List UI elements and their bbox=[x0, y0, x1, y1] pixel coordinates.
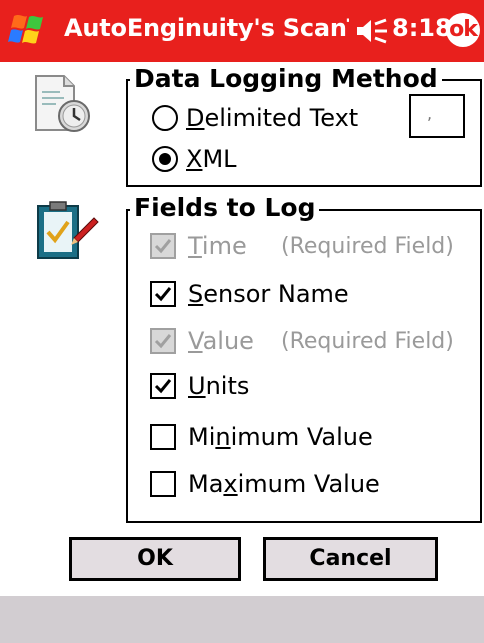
units-label: Units bbox=[188, 372, 250, 400]
maximum-value-checkbox[interactable]: Maximum Value bbox=[150, 470, 380, 498]
fields-to-log-legend: Fields to Log bbox=[130, 195, 320, 221]
start-menu-icon[interactable] bbox=[8, 12, 48, 48]
delimiter-value: , bbox=[427, 104, 433, 123]
radio-indicator-selected[interactable] bbox=[152, 146, 178, 172]
checkbox-indicator[interactable] bbox=[150, 471, 176, 497]
time-label: Time bbox=[188, 232, 247, 260]
maximum-value-label: Maximum Value bbox=[188, 470, 380, 498]
checkbox-indicator bbox=[150, 233, 176, 259]
minimum-value-checkbox[interactable]: Minimum Value bbox=[150, 423, 373, 451]
value-checkbox: Value bbox=[150, 327, 254, 355]
delimited-text-radio[interactable]: Delimited Text bbox=[152, 104, 358, 132]
check-icon bbox=[154, 239, 172, 254]
radio-indicator[interactable] bbox=[152, 105, 178, 131]
xml-radio[interactable]: XML bbox=[152, 145, 237, 173]
check-icon bbox=[154, 379, 172, 394]
checkbox-indicator[interactable] bbox=[150, 281, 176, 307]
sensor-name-label: Sensor Name bbox=[188, 280, 349, 308]
menu-bar[interactable] bbox=[0, 596, 484, 643]
time-required-note: (Required Field) bbox=[281, 234, 454, 259]
data-logging-method-legend: Data Logging Method bbox=[130, 66, 442, 92]
delimiter-input[interactable]: , bbox=[409, 94, 465, 138]
window-title: AutoEnginuity's ScanTo bbox=[64, 14, 349, 42]
checkbox-indicator[interactable] bbox=[150, 373, 176, 399]
cancel-button[interactable]: Cancel bbox=[263, 537, 438, 581]
units-checkbox[interactable]: Units bbox=[150, 372, 249, 400]
time-checkbox: Time bbox=[150, 232, 247, 260]
checkbox-indicator bbox=[150, 328, 176, 354]
speaker-icon[interactable] bbox=[355, 18, 389, 44]
title-bar: AutoEnginuity's ScanTo 8:18 ok bbox=[0, 0, 484, 62]
delimited-text-label: Delimited Text bbox=[186, 104, 359, 132]
ok-close-button[interactable]: ok bbox=[446, 13, 480, 47]
clock[interactable]: 8:18 bbox=[392, 14, 452, 42]
value-label: Value bbox=[188, 327, 254, 355]
clipboard-check-icon bbox=[37, 201, 99, 259]
check-icon bbox=[154, 287, 172, 302]
value-required-note: (Required Field) bbox=[281, 329, 454, 354]
minimum-value-label: Minimum Value bbox=[188, 423, 373, 451]
log-file-clock-icon bbox=[35, 75, 90, 132]
ok-button[interactable]: OK bbox=[69, 537, 241, 581]
check-icon bbox=[154, 334, 172, 349]
xml-label: XML bbox=[186, 145, 237, 173]
sensor-name-checkbox[interactable]: Sensor Name bbox=[150, 280, 349, 308]
checkbox-indicator[interactable] bbox=[150, 424, 176, 450]
